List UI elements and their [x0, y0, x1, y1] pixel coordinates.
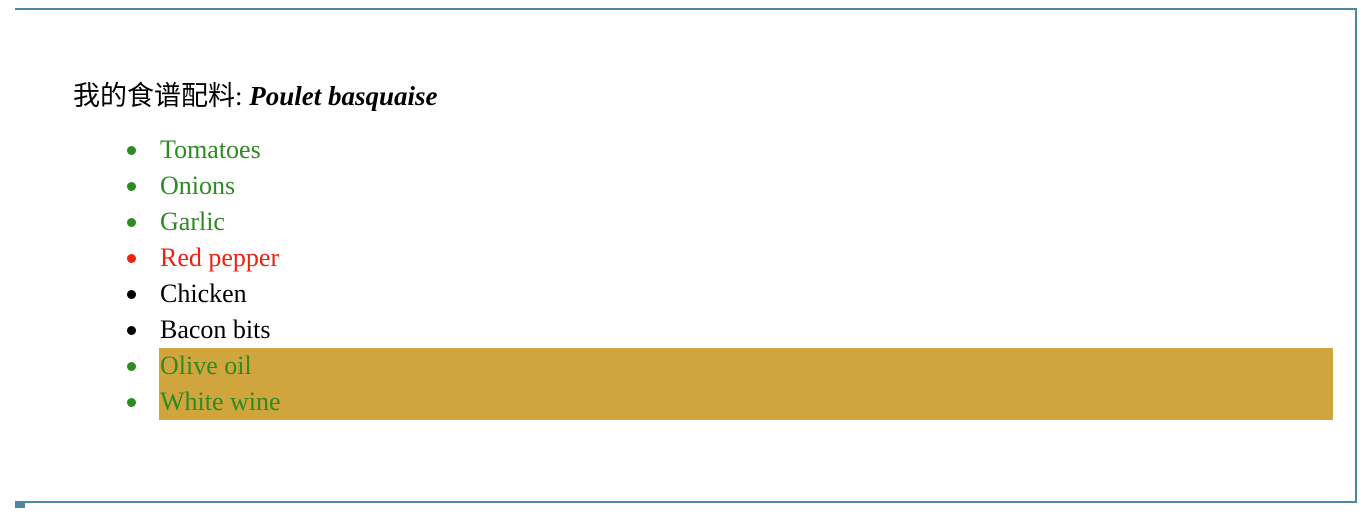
list-item[interactable]: Tomatoes [15, 132, 1370, 168]
list-item[interactable]: Garlic [15, 204, 1370, 240]
list-item[interactable]: Chicken [15, 276, 1370, 312]
bullet-icon [127, 182, 136, 191]
page-title-lead: 我的食谱配料: [73, 81, 250, 112]
bullet-icon [127, 326, 136, 335]
bullet-icon [127, 290, 136, 299]
list-item-label: Chicken [160, 279, 247, 308]
list-item[interactable]: White wine [15, 384, 1370, 420]
bullet-icon [127, 254, 136, 263]
bullet-icon [127, 362, 136, 371]
list-item[interactable]: Onions [15, 168, 1370, 204]
bullet-icon [127, 146, 136, 155]
list-item-label: Red pepper [160, 243, 280, 272]
list-item-label: Olive oil [160, 351, 252, 380]
page-title: 我的食谱配料: Poulet basquaise [73, 78, 438, 114]
ingredient-list: Tomatoes Onions Garlic Red pepper Chicken Bac… [15, 132, 1370, 420]
list-item-label: Onions [160, 171, 236, 200]
text-highlight-band [159, 348, 1333, 384]
text-highlight-band [159, 384, 1333, 420]
list-item-label: Tomatoes [160, 135, 261, 164]
list-item-label: Bacon bits [160, 315, 271, 344]
list-item[interactable]: Olive oil [15, 348, 1370, 384]
list-item[interactable]: Red pepper [15, 240, 1370, 276]
list-item-label: White wine [160, 387, 281, 416]
bullet-icon [127, 398, 136, 407]
page-title-dish-name: Poulet basquaise [249, 81, 438, 112]
list-item-label: Garlic [160, 207, 225, 236]
document-frame: 我的食谱配料: Poulet basquaise Tomatoes Onions G… [15, 8, 1357, 503]
list-item[interactable]: Bacon bits [15, 312, 1370, 348]
bullet-icon [127, 218, 136, 227]
